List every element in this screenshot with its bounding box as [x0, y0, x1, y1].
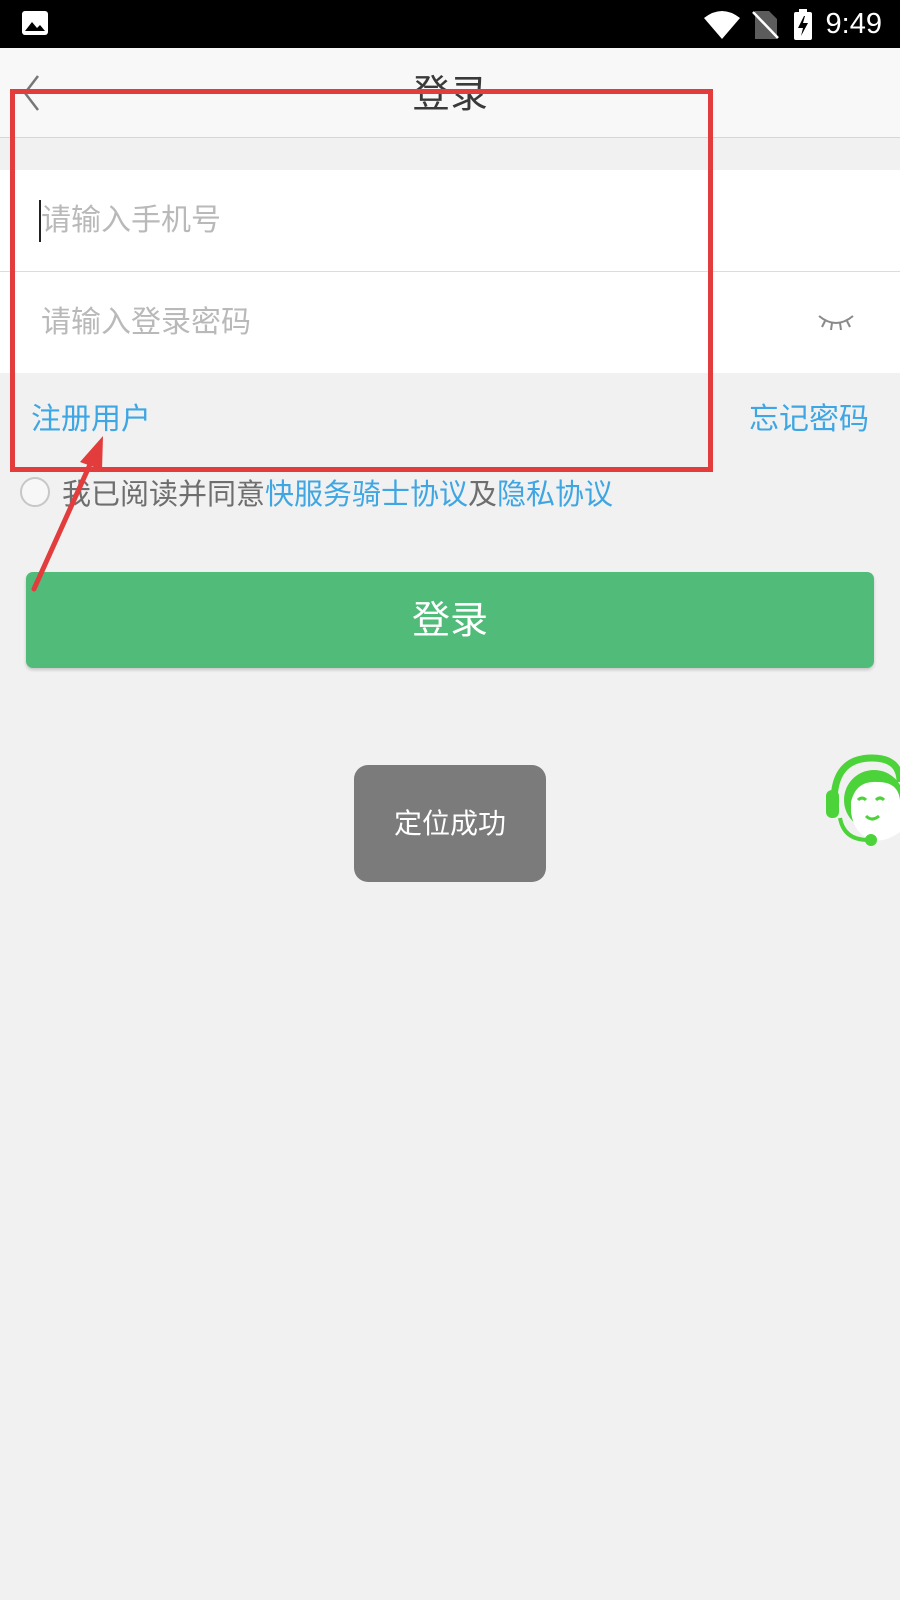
register-link[interactable]: 注册用户	[31, 394, 151, 438]
text-cursor	[39, 200, 41, 242]
chevron-left-icon[interactable]	[18, 72, 48, 114]
status-time: 9:49	[825, 8, 882, 40]
login-form	[0, 170, 900, 373]
battery-charging-icon	[794, 9, 812, 40]
eye-closed-icon[interactable]	[816, 310, 856, 336]
privacy-agreement-link[interactable]: 隐私协议	[497, 477, 613, 511]
password-field	[0, 272, 900, 373]
phone-field	[0, 170, 900, 272]
agreement-joiner: 及	[468, 477, 498, 511]
login-button[interactable]: 登录	[26, 572, 874, 668]
forgot-password-link[interactable]: 忘记密码	[749, 394, 869, 438]
agreement-checkbox[interactable]	[20, 477, 50, 507]
password-input[interactable]	[41, 272, 801, 373]
page-title: 登录	[411, 72, 488, 116]
service-agreement-link[interactable]: 快服务骑士协议	[265, 477, 468, 511]
title-bar: 登录	[0, 48, 900, 138]
gallery-icon	[22, 11, 48, 35]
agreement-text: 我已阅读并同意快服务骑士协议及隐私协议	[62, 474, 613, 514]
agreement-prefix: 我已阅读并同意	[62, 477, 266, 511]
toast-message: 定位成功	[354, 765, 546, 882]
wifi-icon	[704, 11, 740, 39]
status-bar: 9:49	[0, 0, 900, 48]
customer-service-headset-icon[interactable]	[826, 752, 900, 848]
no-sim-icon	[752, 11, 779, 39]
phone-input[interactable]	[41, 170, 801, 271]
